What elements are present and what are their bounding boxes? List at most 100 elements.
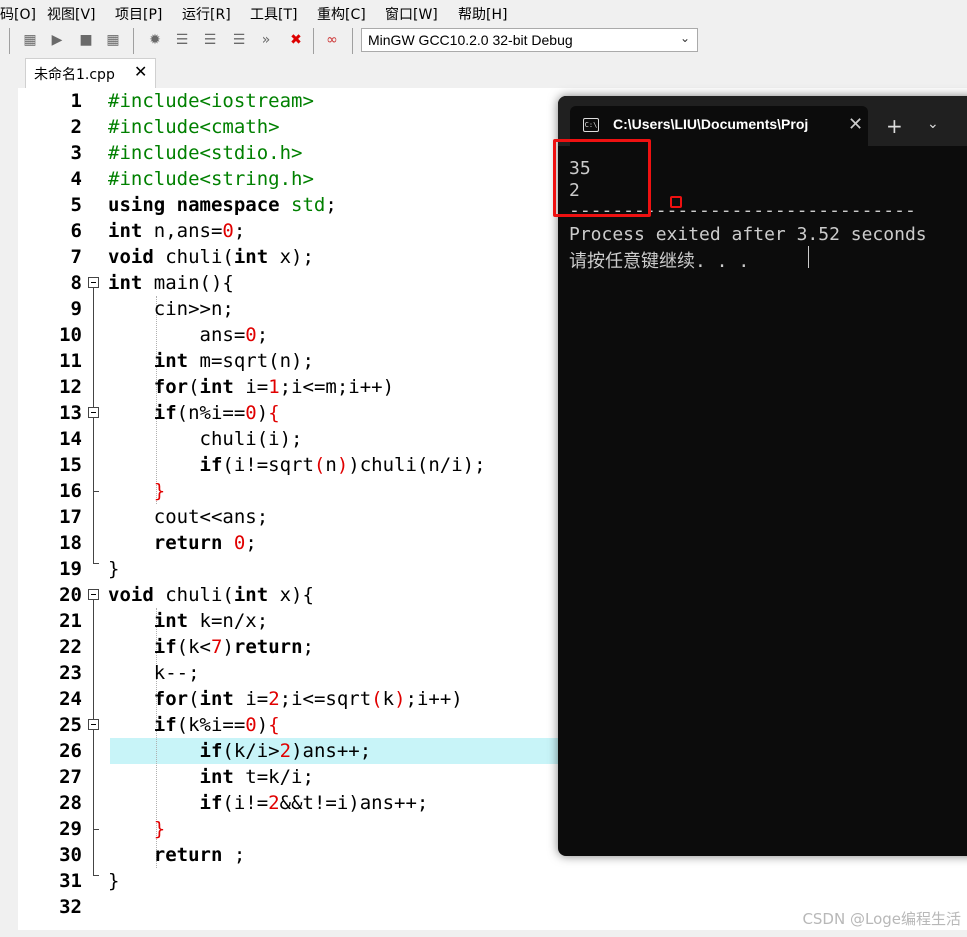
- menu-refactor[interactable]: 重构[C]: [317, 4, 366, 24]
- code-line: return ;: [153, 844, 246, 866]
- terminal-icon: C:\: [583, 118, 599, 132]
- code-line: #include<iostream>: [108, 90, 314, 112]
- tab-filename: 未命名1.cpp: [34, 67, 115, 83]
- line-number: 12: [59, 376, 82, 398]
- line-number: 2: [70, 116, 82, 138]
- watermark: CSDN @Loge编程生活: [802, 910, 961, 928]
- code-line: int m=sqrt(n);: [153, 350, 314, 372]
- line-number: 23: [59, 662, 82, 684]
- stop-icon[interactable]: ■: [76, 30, 96, 50]
- menu-window[interactable]: 窗口[W]: [385, 4, 438, 24]
- fold-end: [93, 875, 99, 876]
- menu-view[interactable]: 视图[V]: [47, 4, 96, 24]
- grid-icon[interactable]: ▦: [20, 30, 40, 50]
- code-line: using namespace std;: [108, 194, 337, 216]
- toolbar-separator: [133, 28, 134, 54]
- debug-icon[interactable]: ✹: [145, 30, 165, 50]
- fold-toggle[interactable]: [88, 277, 99, 288]
- code-line: int k=n/x;: [153, 610, 269, 632]
- line-number: 21: [59, 610, 82, 632]
- line-number: 20: [59, 584, 82, 606]
- line-number: 31: [59, 870, 82, 892]
- code-line: if(k%i==0){: [153, 714, 280, 736]
- toolbar-separator: [313, 28, 314, 54]
- toolbar: ▦ ▶ ■ ▦ ✹ ☰ ☰ ☰ » ✖ ∞ MinGW GCC10.2.0 32…: [0, 24, 967, 58]
- code-line: for(int i=1;i<=m;i++): [153, 376, 395, 398]
- step-into-icon[interactable]: ☰: [200, 30, 220, 50]
- line-number: 8: [70, 272, 82, 294]
- code-line: int n,ans=0;: [108, 220, 246, 242]
- terminal-output-line: Process exited after 3.52 seconds: [569, 224, 927, 245]
- line-number: 28: [59, 792, 82, 814]
- line-number: 9: [70, 298, 82, 320]
- grid2-icon[interactable]: ▦: [103, 30, 123, 50]
- watch-icon[interactable]: ∞: [322, 30, 342, 50]
- code-line: void chuli(int x){: [108, 584, 314, 606]
- status-strip: [0, 930, 967, 937]
- code-line: }: [153, 480, 166, 502]
- line-number: 29: [59, 818, 82, 840]
- code-line: cin>>n;: [108, 298, 234, 320]
- line-number-gutter: 1 2 3 4 5 6 7 8 9 10 11 12 13 14 15 16 1…: [18, 88, 108, 930]
- menu-tools[interactable]: 工具[T]: [250, 4, 297, 24]
- menu-help[interactable]: 帮助[H]: [458, 4, 507, 24]
- tab-file[interactable]: 未命名1.cpp ✕: [25, 58, 156, 88]
- fold-toggle[interactable]: [88, 589, 99, 600]
- line-number: 25: [59, 714, 82, 736]
- terminal-output-line: 请按任意键继续. . .: [569, 251, 750, 272]
- fold-guide: [93, 288, 94, 563]
- close-icon[interactable]: ✕: [134, 62, 147, 81]
- code-line: }: [108, 870, 120, 892]
- line-number: 14: [59, 428, 82, 450]
- code-line: ans=0;: [108, 324, 269, 346]
- code-line: for(int i=2;i<=sqrt(k);i++): [153, 688, 463, 710]
- close-icon[interactable]: ✕: [848, 114, 863, 135]
- add-tab-icon[interactable]: +: [886, 114, 903, 138]
- line-number: 16: [59, 480, 82, 502]
- annotation-box: [670, 196, 682, 208]
- fold-toggle[interactable]: [88, 407, 99, 418]
- code-line: if(i!=2&&t!=i)ans++;: [199, 792, 429, 814]
- line-number: 4: [70, 168, 82, 190]
- menu-run[interactable]: 运行[R]: [182, 4, 231, 24]
- code-line: if(k<7)return;: [153, 636, 314, 658]
- compiler-value: MinGW GCC10.2.0 32-bit Debug: [368, 32, 573, 48]
- editor-tab-strip: 未命名1.cpp ✕: [0, 58, 967, 88]
- menu-project[interactable]: 项目[P]: [115, 4, 162, 24]
- fold-end: [93, 491, 99, 492]
- step-out-icon[interactable]: ☰: [229, 30, 249, 50]
- stop-debug-icon[interactable]: ✖: [286, 30, 306, 50]
- line-number: 11: [59, 350, 82, 372]
- code-line: chuli(i);: [108, 428, 303, 450]
- line-number: 5: [70, 194, 82, 216]
- code-line: #include<stdio.h>: [108, 142, 303, 164]
- step-icon[interactable]: ☰: [172, 30, 192, 50]
- run-icon[interactable]: ▶: [47, 30, 67, 50]
- fold-toggle[interactable]: [88, 719, 99, 730]
- chevron-down-icon[interactable]: ⌄: [927, 116, 939, 132]
- code-line: int t=k/i;: [199, 766, 314, 788]
- line-number: 10: [59, 324, 82, 346]
- fold-end: [93, 563, 99, 564]
- line-number: 17: [59, 506, 82, 528]
- line-number: 30: [59, 844, 82, 866]
- code-line: if(k/i>2)ans++;: [199, 740, 372, 762]
- line-number: 26: [59, 740, 82, 762]
- menu-code[interactable]: 码[O]: [0, 4, 36, 24]
- line-number: 1: [70, 90, 82, 112]
- fold-guide: [93, 600, 94, 875]
- line-number: 15: [59, 454, 82, 476]
- toolbar-separator: [352, 28, 353, 54]
- line-number: 32: [59, 896, 82, 918]
- menu-bar: 码[O] 视图[V] 项目[P] 运行[R] 工具[T] 重构[C] 窗口[W]…: [0, 0, 967, 24]
- code-line: #include<string.h>: [108, 168, 314, 190]
- code-line: cout<<ans;: [108, 506, 269, 528]
- code-line: void chuli(int x);: [108, 246, 314, 268]
- line-number: 24: [59, 688, 82, 710]
- compiler-select[interactable]: MinGW GCC10.2.0 32-bit Debug ⌄: [361, 28, 698, 52]
- continue-icon[interactable]: »: [256, 30, 276, 50]
- code-line: }: [108, 558, 120, 580]
- code-line: return 0;: [153, 532, 257, 554]
- line-number: 6: [70, 220, 82, 242]
- terminal-cursor: [808, 246, 809, 268]
